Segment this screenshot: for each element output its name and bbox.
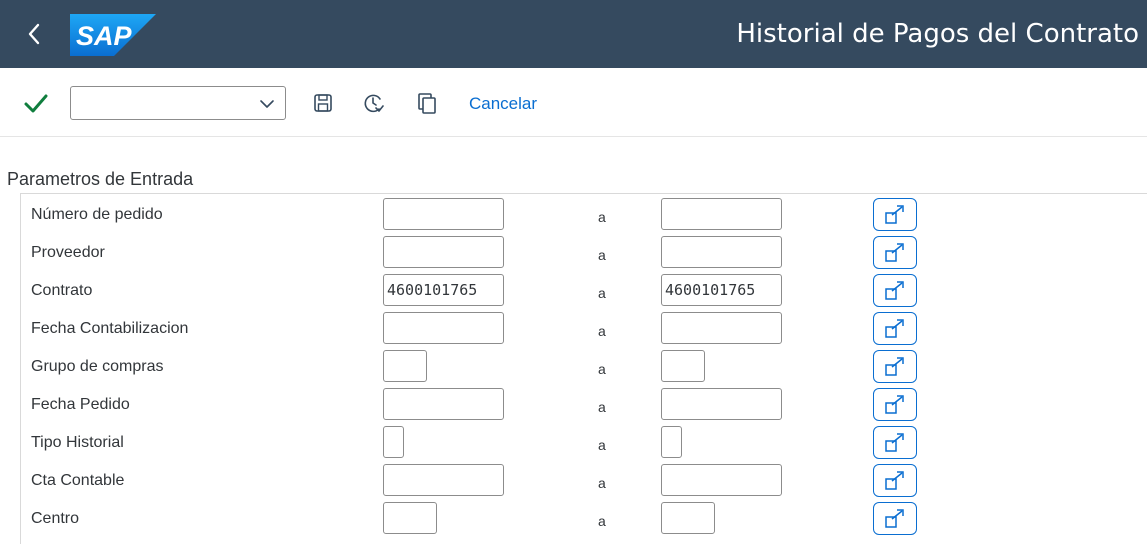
multiple-selection-icon	[885, 319, 904, 338]
app-title: Historial de Pagos del Contrato	[736, 19, 1139, 49]
range-separator: a	[598, 513, 606, 529]
multiple-selection-button[interactable]	[873, 198, 917, 231]
multiple-selection-button[interactable]	[873, 312, 917, 345]
cta-contable-from-input[interactable]	[383, 464, 504, 496]
proveedor-from-input[interactable]	[383, 236, 504, 268]
fecha-pedido-to-input[interactable]	[661, 388, 782, 420]
contrato-from-input[interactable]: 4600101765	[383, 274, 504, 306]
row-fecha-contabilizacion: Fecha Contabilizacion a	[0, 309, 1147, 347]
row-fecha-pedido: Fecha Pedido a	[0, 385, 1147, 423]
row-proveedor: Proveedor a	[0, 233, 1147, 271]
back-chevron-icon[interactable]	[22, 18, 48, 50]
centro-from-input[interactable]	[383, 502, 437, 534]
row-cta-contable: Cta Contable a	[0, 461, 1147, 499]
tipo-historial-to-input[interactable]	[661, 426, 682, 458]
row-grupo-compras: Grupo de compras a	[0, 347, 1147, 385]
multiple-selection-button[interactable]	[873, 388, 917, 421]
multiple-selection-button[interactable]	[873, 236, 917, 269]
numero-pedido-from-input[interactable]	[383, 198, 504, 230]
field-label: Tipo Historial	[31, 434, 124, 451]
multiple-selection-icon	[885, 395, 904, 414]
cta-contable-to-input[interactable]	[661, 464, 782, 496]
row-numero-pedido: Número de pedido a	[0, 195, 1147, 233]
fecha-contabilizacion-to-input[interactable]	[661, 312, 782, 344]
shell-bar: SAP Historial de Pagos del Contrato	[0, 0, 1147, 68]
cancel-button[interactable]: Cancelar	[469, 93, 537, 115]
grupo-compras-to-input[interactable]	[661, 350, 705, 382]
field-label: Contrato	[31, 282, 93, 299]
field-label: Número de pedido	[31, 206, 163, 223]
range-separator: a	[598, 361, 606, 377]
numero-pedido-to-input[interactable]	[661, 198, 782, 230]
range-separator: a	[598, 437, 606, 453]
multiple-selection-icon	[885, 509, 904, 528]
sap-logo[interactable]: SAP	[70, 14, 156, 61]
field-label: Cta Contable	[31, 472, 125, 489]
save-icon[interactable]	[310, 90, 336, 116]
range-separator: a	[598, 209, 606, 225]
copy-icon[interactable]	[414, 90, 440, 116]
field-label: Fecha Contabilizacion	[31, 320, 189, 337]
field-label: Proveedor	[31, 244, 105, 261]
fecha-contabilizacion-from-input[interactable]	[383, 312, 504, 344]
field-label: Centro	[31, 510, 80, 527]
grupo-compras-from-input[interactable]	[383, 350, 427, 382]
multiple-selection-button[interactable]	[873, 502, 917, 535]
multiple-selection-icon	[885, 471, 904, 490]
multiple-selection-icon	[885, 205, 904, 224]
multiple-selection-button[interactable]	[873, 464, 917, 497]
command-field[interactable]	[70, 86, 286, 120]
field-label: Grupo de compras	[31, 358, 164, 375]
section-title: Parametros de Entrada	[7, 169, 194, 189]
range-separator: a	[598, 475, 606, 491]
get-variant-icon[interactable]	[360, 90, 386, 116]
multiple-selection-button[interactable]	[873, 426, 917, 459]
centro-to-input[interactable]	[661, 502, 715, 534]
multiple-selection-icon	[885, 281, 904, 300]
proveedor-to-input[interactable]	[661, 236, 782, 268]
tipo-historial-from-input[interactable]	[383, 426, 404, 458]
field-label: Fecha Pedido	[31, 396, 130, 413]
checkmark-icon[interactable]	[22, 90, 50, 118]
range-separator: a	[598, 285, 606, 301]
range-separator: a	[598, 247, 606, 263]
multiple-selection-icon	[885, 243, 904, 262]
range-separator: a	[598, 323, 606, 339]
chevron-down-icon[interactable]	[259, 96, 275, 112]
multiple-selection-button[interactable]	[873, 274, 917, 307]
fecha-pedido-from-input[interactable]	[383, 388, 504, 420]
multiple-selection-icon	[885, 357, 904, 376]
range-separator: a	[598, 399, 606, 415]
multiple-selection-icon	[885, 433, 904, 452]
multiple-selection-button[interactable]	[873, 350, 917, 383]
row-contrato: Contrato 4600101765 a 4600101765	[0, 271, 1147, 309]
row-tipo-historial: Tipo Historial a	[0, 423, 1147, 461]
row-centro: Centro a	[0, 499, 1147, 537]
contrato-to-input[interactable]: 4600101765	[661, 274, 782, 306]
sap-logo-text: SAP	[76, 21, 133, 51]
